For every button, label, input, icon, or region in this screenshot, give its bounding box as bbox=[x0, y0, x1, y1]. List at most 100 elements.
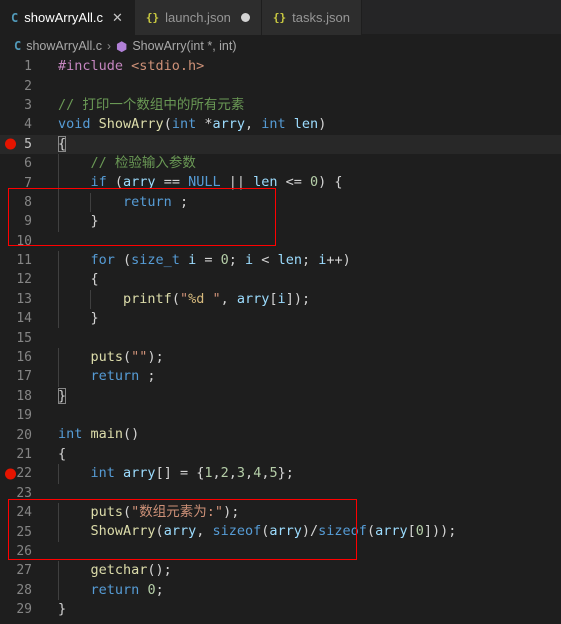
line-number-6[interactable]: 6 bbox=[0, 156, 52, 171]
code-line-content: } bbox=[52, 309, 561, 329]
breadcrumb-symbol[interactable]: ⬢ ShowArry(int *, int) bbox=[116, 39, 237, 53]
code-line[interactable]: 24 puts("数组元素为:"); bbox=[0, 502, 561, 523]
code-line[interactable]: 20 int main() bbox=[0, 425, 561, 444]
code-line[interactable]: 11 for (size_t i = 0; i < len; i++) bbox=[0, 250, 561, 271]
breakpoint-icon[interactable] bbox=[5, 138, 16, 150]
breadcrumb-file[interactable]: C showArryAll.c bbox=[14, 39, 102, 53]
code-line[interactable]: 8 return ; bbox=[0, 192, 561, 213]
code-token: ++) bbox=[326, 251, 351, 268]
line-number-16[interactable]: 16 bbox=[0, 350, 52, 365]
line-number-27[interactable]: 27 bbox=[0, 563, 52, 578]
code-line-content: { bbox=[52, 270, 561, 290]
code-line[interactable]: 10 bbox=[0, 232, 561, 251]
code-token: // 打印一个数组中的所有元素 bbox=[58, 96, 245, 113]
editor-tab-label: showArryAll.c bbox=[24, 10, 103, 25]
breakpoint-icon[interactable] bbox=[5, 468, 16, 480]
line-number-19[interactable]: 19 bbox=[0, 408, 52, 423]
close-icon[interactable]: ✕ bbox=[112, 11, 123, 24]
code-lines-container: 1 #include <stdio.h> 2 3// 打印一个数组中的所有元素 4 voi… bbox=[0, 57, 561, 619]
line-number-18[interactable]: 18 bbox=[0, 389, 52, 404]
code-token: ( bbox=[171, 290, 180, 307]
line-number-10[interactable]: 10 bbox=[0, 234, 52, 249]
line-number-2[interactable]: 2 bbox=[0, 79, 52, 94]
code-line-content: // 检验输入参数 bbox=[52, 153, 561, 174]
editor-tab-launch-json[interactable]: {} launch.json bbox=[134, 0, 262, 35]
code-line-content: int arry[] = {1,2,3,4,5}; bbox=[52, 464, 561, 484]
line-number-4[interactable]: 4 bbox=[0, 117, 52, 132]
code-token: "" bbox=[131, 348, 148, 365]
line-number-5[interactable]: 5 bbox=[0, 137, 52, 152]
line-number-15[interactable]: 15 bbox=[0, 331, 52, 346]
json-file-icon: {} bbox=[145, 11, 160, 24]
code-line[interactable]: 12 { bbox=[0, 270, 561, 290]
code-token: NULL bbox=[188, 174, 221, 191]
code-line[interactable]: 13 printf("%d ", arry[i]); bbox=[0, 289, 561, 310]
indent-guide bbox=[58, 522, 59, 542]
line-number-13[interactable]: 13 bbox=[0, 292, 52, 307]
code-line[interactable]: 18} bbox=[0, 387, 561, 406]
line-number-14[interactable]: 14 bbox=[0, 311, 52, 326]
tabbar-empty-space bbox=[361, 0, 561, 34]
code-line[interactable]: 4 void ShowArry(int *arry, int len) bbox=[0, 115, 561, 134]
code-line-content: } bbox=[52, 212, 561, 232]
code-token: ]); bbox=[285, 290, 311, 307]
line-number-12[interactable]: 12 bbox=[0, 272, 52, 287]
line-number-9[interactable]: 9 bbox=[0, 214, 52, 229]
code-line[interactable]: 16 puts(""); bbox=[0, 347, 561, 368]
line-number-1[interactable]: 1 bbox=[0, 59, 52, 74]
line-number-20[interactable]: 20 bbox=[0, 428, 52, 443]
code-line-content: #include <stdio.h> bbox=[52, 57, 561, 76]
code-token: arry bbox=[123, 174, 156, 191]
line-number-25[interactable]: 25 bbox=[0, 525, 52, 540]
code-line[interactable]: 7 if (arry == NULL || len <= 0) { bbox=[0, 173, 561, 193]
code-line[interactable]: 1 #include <stdio.h> bbox=[0, 57, 561, 76]
line-number-29[interactable]: 29 bbox=[0, 602, 52, 617]
code-token: , bbox=[245, 465, 254, 482]
code-line[interactable]: 3 // 打印一个数组中的所有元素 bbox=[0, 96, 561, 115]
code-line[interactable]: 17 return ; bbox=[0, 367, 561, 387]
code-line[interactable]: 5{ bbox=[0, 134, 561, 154]
line-number-label: 6 bbox=[24, 156, 32, 172]
line-number-26[interactable]: 26 bbox=[0, 544, 52, 559]
code-token: ; bbox=[171, 193, 189, 210]
code-line[interactable]: 6 // 检验输入参数 bbox=[0, 153, 561, 174]
code-line[interactable]: 28 return 0; bbox=[0, 580, 561, 600]
code-line[interactable]: 9 } bbox=[0, 212, 561, 232]
line-number-17[interactable]: 17 bbox=[0, 369, 52, 384]
code-line[interactable]: 21 { bbox=[0, 445, 561, 464]
code-line[interactable]: 22 int arry[] = {1,2,3,4,5}; bbox=[0, 464, 561, 484]
code-token: arry bbox=[375, 523, 408, 540]
unsaved-changes-dot-icon[interactable] bbox=[240, 13, 250, 22]
line-number-11[interactable]: 11 bbox=[0, 253, 52, 268]
editor-tab-showArryAll-c[interactable]: CshowArryAll.c ✕ bbox=[0, 0, 135, 35]
code-line[interactable]: 14 } bbox=[0, 309, 561, 329]
line-number-7[interactable]: 7 bbox=[0, 176, 52, 191]
line-number-3[interactable]: 3 bbox=[0, 98, 52, 113]
line-number-22[interactable]: 22 bbox=[0, 466, 52, 481]
code-editor[interactable]: 1 #include <stdio.h> 2 3// 打印一个数组中的所有元素 4 voi… bbox=[0, 57, 561, 624]
code-token: == bbox=[155, 174, 189, 191]
line-number-23[interactable]: 23 bbox=[0, 486, 52, 501]
line-number-24[interactable]: 24 bbox=[0, 505, 52, 520]
code-line[interactable]: 23 bbox=[0, 484, 561, 503]
line-number-label: 5 bbox=[24, 136, 32, 152]
code-line[interactable]: 2 bbox=[0, 76, 561, 95]
code-token: len bbox=[253, 174, 278, 191]
code-line[interactable]: 29} bbox=[0, 600, 561, 619]
indent-guide bbox=[58, 502, 59, 523]
code-line[interactable]: 27 getchar(); bbox=[0, 561, 561, 581]
code-line[interactable]: 19 bbox=[0, 406, 561, 425]
editor-tab-tasks-json[interactable]: {} tasks.json bbox=[261, 0, 362, 35]
line-number-21[interactable]: 21 bbox=[0, 447, 52, 462]
code-line[interactable]: 26 bbox=[0, 542, 561, 561]
code-line[interactable]: 25 ShowArry(arry, sizeof(arry)/sizeof(ar… bbox=[0, 522, 561, 542]
line-number-8[interactable]: 8 bbox=[0, 195, 52, 210]
indent-guide bbox=[58, 270, 59, 290]
code-token: (); bbox=[147, 562, 172, 579]
code-line[interactable]: 15 bbox=[0, 328, 561, 347]
line-number-28[interactable]: 28 bbox=[0, 583, 52, 598]
code-line-content: printf("%d ", arry[i]); bbox=[52, 289, 561, 310]
